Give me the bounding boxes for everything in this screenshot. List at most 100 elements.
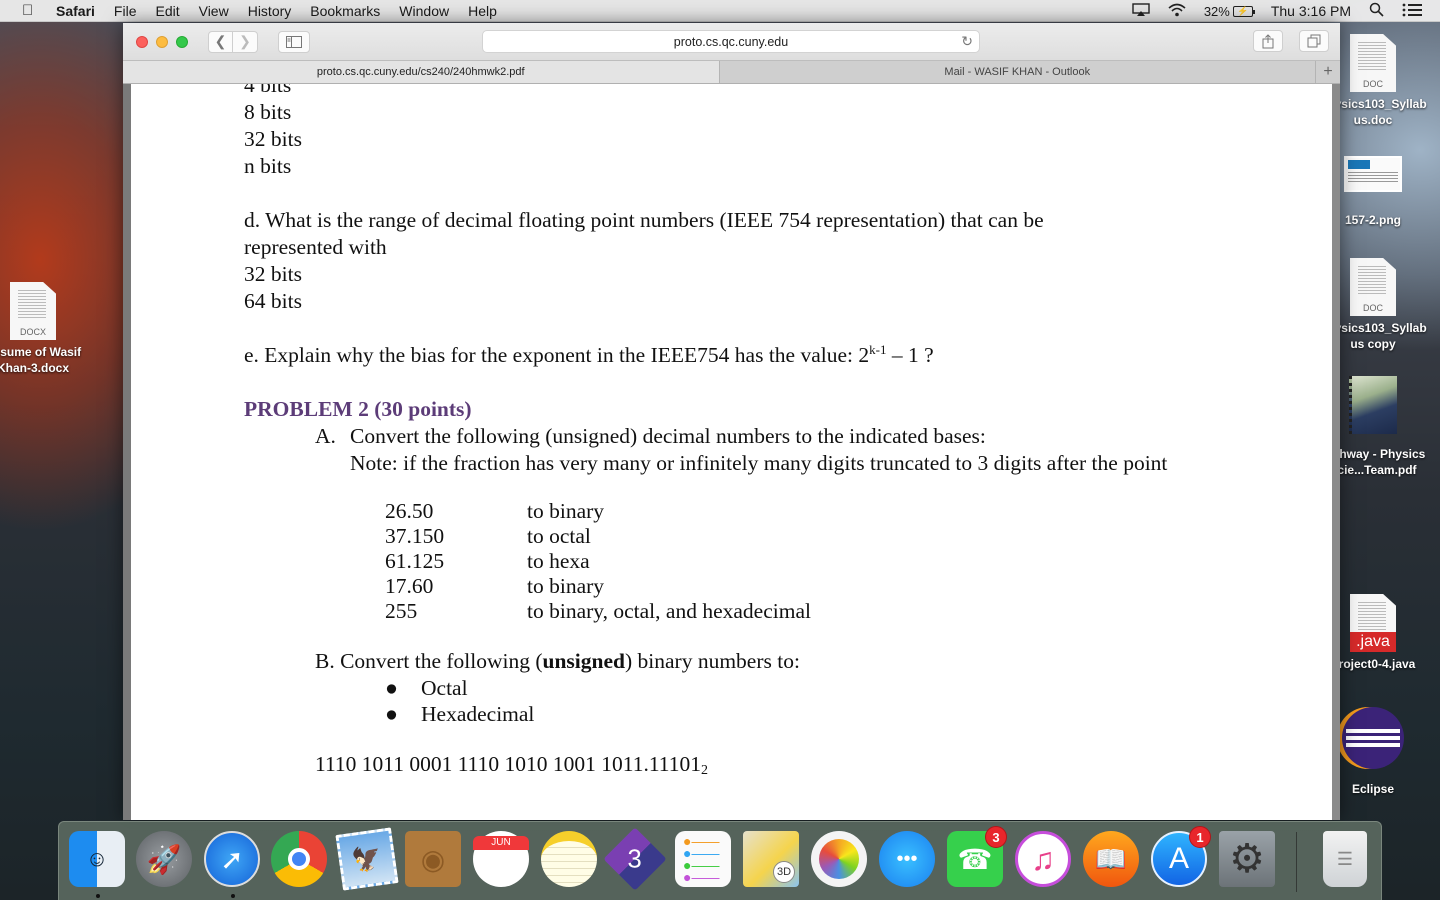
show-tabs-button[interactable] <box>1299 30 1329 52</box>
back-button[interactable]: ❮ <box>208 30 233 53</box>
dock-app-store[interactable]: A 1 <box>1151 826 1211 889</box>
bits-item: 64 bits <box>244 289 302 313</box>
bullet-item: ● Octal <box>385 675 1244 701</box>
pdf-file-icon <box>1349 376 1397 434</box>
window-controls <box>136 35 188 48</box>
dock-ibooks[interactable]: 📖 <box>1083 831 1141 889</box>
dock-contacts[interactable]: ◉ <box>405 831 463 889</box>
bits-item: 32 bits <box>244 127 302 151</box>
notes-icon <box>541 831 597 887</box>
problem-heading: PROBLEM 2 (30 points) <box>244 397 472 421</box>
dock-notes[interactable] <box>541 831 599 889</box>
dock-app-3[interactable]: 3 <box>603 827 667 891</box>
sidebar-toggle-button[interactable] <box>278 30 310 53</box>
menu-window[interactable]: Window <box>399 3 449 19</box>
dock-itunes[interactable]: ♫ <box>1015 831 1073 889</box>
dock-facetime[interactable]: ☎ 3 <box>947 826 1007 889</box>
menu-edit[interactable]: Edit <box>155 3 179 19</box>
reminders-list-icon: ●—— ●—— ●—— ●—— <box>675 831 731 887</box>
question-d-line2: represented with <box>244 235 387 259</box>
notification-center-icon[interactable] <box>1402 3 1422 20</box>
clock[interactable]: Thu 3:16 PM <box>1271 3 1351 19</box>
messages-bubble-icon: ••• <box>879 831 935 887</box>
menu-view[interactable]: View <box>199 3 229 19</box>
binary-digits: 1110 1011 0001 1110 1010 1001 1011.11101 <box>315 752 701 776</box>
dock-mail[interactable]: 🦅 <box>335 827 399 891</box>
menu-help[interactable]: Help <box>468 3 497 19</box>
pdf-scroll-gutter[interactable] <box>1332 84 1340 820</box>
wifi-icon[interactable] <box>1168 3 1186 20</box>
battery-indicator[interactable]: 32% ⚡ <box>1203 3 1255 19</box>
dock-launchpad[interactable]: 🚀 <box>136 831 194 889</box>
menu-bar:  Safari File Edit View History Bookmark… <box>0 0 1440 22</box>
airplay-icon[interactable] <box>1132 2 1150 20</box>
conversion-row: 26.50 to binary <box>385 499 1244 524</box>
menu-bookmarks[interactable]: Bookmarks <box>310 3 380 19</box>
conversion-target: to hexa <box>527 549 590 573</box>
conversion-table: 26.50 to binary 37.150 to octal 61.125 to h… <box>385 499 1244 624</box>
close-window-button[interactable] <box>136 35 148 48</box>
forward-button[interactable]: ❯ <box>233 30 258 53</box>
pdf-viewer[interactable]: 4 bits 8 bits 32 bits n bits d. What is … <box>123 84 1340 820</box>
menu-file[interactable]: File <box>114 3 137 19</box>
dock-safari[interactable]: ➚ <box>204 831 262 898</box>
battery-percent: 32% <box>1203 3 1230 19</box>
dock-reminders[interactable]: ●—— ●—— ●—— ●—— <box>675 831 733 889</box>
question-e-suffix: – 1 ? <box>886 343 934 367</box>
bits-item: 32 bits <box>244 262 302 286</box>
dock-photos[interactable] <box>811 831 869 889</box>
photos-flower-icon <box>811 831 867 887</box>
dock-chrome[interactable] <box>271 831 329 889</box>
notification-badge: 1 <box>1189 826 1211 848</box>
dock-maps[interactable]: 3D <box>743 831 801 889</box>
part-b-bullets: ● Octal ● Hexadecimal <box>244 675 1244 727</box>
tab-label: Mail - WASIF KHAN - Outlook <box>944 66 1091 78</box>
dock-system-preferences[interactable]: ⚙ <box>1219 831 1277 889</box>
java-file-icon: .java <box>1350 594 1396 652</box>
tab-homework-pdf[interactable]: proto.cs.qc.cuny.edu/cs240/240hmwk2.pdf <box>123 61 720 83</box>
finder-icon: ☺ <box>69 831 125 887</box>
desktop-icon-resume-docx[interactable]: DOCX Resume of Wasif Khan-3.docx <box>0 282 88 376</box>
conversion-target: to binary <box>527 499 605 523</box>
dock-messages[interactable]: ••• <box>879 831 937 889</box>
reload-icon[interactable]: ↻ <box>961 33 973 50</box>
spotlight-search-icon[interactable] <box>1369 2 1384 20</box>
share-button[interactable] <box>1253 30 1283 52</box>
docx-file-icon: DOCX <box>10 282 56 340</box>
conversion-number: 37.150 <box>385 524 445 548</box>
maps-3d-label: 3D <box>773 861 795 883</box>
address-bar[interactable]: proto.cs.qc.cuny.edu ↻ <box>482 30 980 53</box>
mail-stamp-icon: 🦅 <box>335 827 399 891</box>
conversion-number: 61.125 <box>385 549 445 573</box>
desktop-icon-label: Khan-3.docx <box>0 361 69 375</box>
bullet-text: Hexadecimal <box>421 702 535 726</box>
part-b-instruction: B. Convert the following (unsigned) bina… <box>244 648 1244 675</box>
conversion-row: 61.125 to hexa <box>385 549 1244 574</box>
trash-icon: ☰ <box>1323 831 1367 887</box>
tab-outlook-mail[interactable]: Mail - WASIF KHAN - Outlook <box>719 61 1316 83</box>
contacts-book-icon: ◉ <box>405 831 461 887</box>
dock-trash[interactable]: ☰ <box>1317 831 1375 889</box>
calendar-month: JUN <box>473 836 529 850</box>
question-e-text: e. Explain why the bias for the exponent… <box>244 343 870 367</box>
minimize-window-button[interactable] <box>156 35 168 48</box>
conversion-target: to binary, octal, and hexadecimal <box>527 599 811 623</box>
fullscreen-window-button[interactable] <box>176 35 188 48</box>
tab-label: proto.cs.qc.cuny.edu/cs240/240hmwk2.pdf <box>316 66 525 78</box>
diamond-3-icon: 3 <box>603 827 667 891</box>
maps-icon: 3D <box>743 831 799 887</box>
new-tab-button[interactable]: + <box>1316 61 1340 83</box>
calendar-day: 16 <box>485 850 517 881</box>
bits-item: n bits <box>244 154 292 178</box>
part-a-instruction: A. Convert the following (unsigned) decim… <box>244 423 1244 450</box>
apple-menu-icon[interactable]:  <box>22 2 40 19</box>
cut-off-line: 4 bits <box>244 84 292 97</box>
part-a-note: Note: if the fraction has very many or i… <box>350 451 1168 475</box>
dock-calendar[interactable]: JUN 16 <box>473 831 531 889</box>
conversion-row: 17.60 to binary <box>385 574 1244 599</box>
menu-history[interactable]: History <box>248 3 292 19</box>
dock-finder[interactable]: ☺ <box>69 831 127 898</box>
gear-icon: ⚙ <box>1219 831 1275 887</box>
part-b-text: B. Convert the following ( <box>315 649 543 673</box>
menu-app-name[interactable]: Safari <box>56 3 95 19</box>
